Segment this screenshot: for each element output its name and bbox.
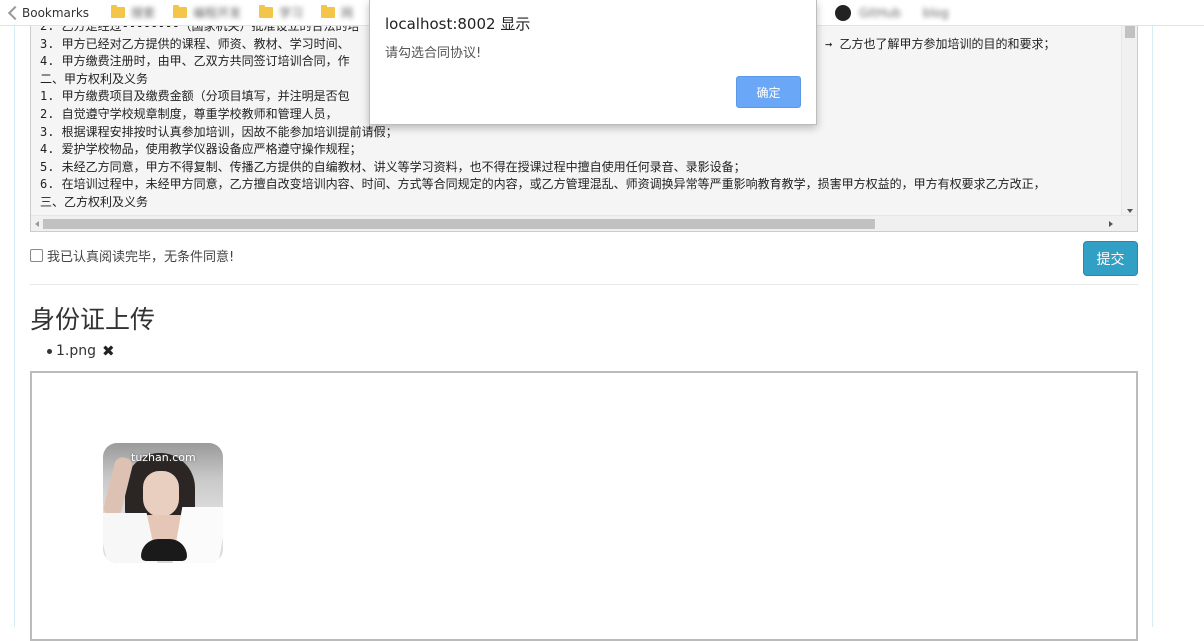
alert-dialog: localhost:8002 显示 请勾选合同协议! 确定 bbox=[369, 0, 817, 125]
horizontal-scroll-thumb[interactable] bbox=[43, 219, 875, 229]
contract-line-tail: → 乙方也了解甲方参加培训的目的和要求； bbox=[825, 36, 1056, 51]
agree-checkbox[interactable] bbox=[30, 249, 43, 262]
bookmark-label: 学习 bbox=[279, 6, 304, 20]
github-icon bbox=[835, 4, 852, 21]
scroll-down-arrow-icon[interactable] bbox=[1127, 209, 1133, 213]
bullet-icon bbox=[47, 349, 52, 354]
contract-line: 三、乙方权利及义务 bbox=[40, 194, 149, 209]
page-margin bbox=[1153, 26, 1204, 627]
folder-icon bbox=[111, 5, 126, 18]
upload-dropzone[interactable]: tuzhan.com bbox=[30, 371, 1138, 641]
bookmark-folder-dev[interactable]: 编程开发 bbox=[167, 0, 247, 26]
bookmark-label: 搜索 bbox=[131, 6, 156, 20]
alert-message: 请勾选合同协议! bbox=[385, 46, 482, 61]
contract-line: 5. 未经乙方同意，甲方不得复制、传播乙方提供的自编教材、讲义等学习资料，也不得… bbox=[40, 159, 746, 174]
horizontal-scrollbar[interactable] bbox=[31, 215, 1137, 231]
file-name: 1.png bbox=[56, 343, 97, 359]
divider bbox=[30, 284, 1138, 285]
uploaded-image-thumbnail: tuzhan.com bbox=[103, 443, 223, 563]
bookmark-label: 网 bbox=[341, 6, 354, 20]
contract-line: 4. 爱护学校物品，使用教学仪器设备应严格遵守操作规程； bbox=[40, 142, 362, 157]
contract-line: 6. 在培训过程中，未经甲方同意，乙方擅自改变培训内容、时间、方式等合同规定的内… bbox=[40, 177, 1046, 192]
vertical-scrollbar[interactable] bbox=[1121, 26, 1137, 216]
submit-button[interactable]: 提交 bbox=[1083, 241, 1138, 276]
chevron-left-icon bbox=[7, 5, 23, 20]
id-upload-title: 身份证上传 bbox=[30, 305, 156, 334]
bookmark-label: 编程开发 bbox=[193, 6, 242, 20]
agree-label: 我已认真阅读完毕，无条件同意! bbox=[47, 250, 235, 265]
bookmark-folder-search[interactable]: 搜索 bbox=[105, 0, 161, 26]
file-list-item: 1.png ✖ bbox=[47, 342, 115, 360]
bookmark-folder-study[interactable]: 学习 bbox=[253, 0, 309, 26]
agree-row[interactable]: 我已认真阅读完毕，无条件同意! bbox=[30, 246, 234, 265]
folder-icon bbox=[321, 5, 336, 18]
contract-line: 3. 根据课程安排按时认真参加培训，因故不能参加培训提前请假； bbox=[40, 124, 398, 139]
folder-icon bbox=[259, 5, 274, 18]
bookmark-label: GitHub bbox=[859, 5, 901, 20]
folder-icon bbox=[173, 5, 188, 18]
alert-ok-button[interactable]: 确定 bbox=[736, 76, 801, 108]
alert-title: localhost:8002 显示 bbox=[385, 15, 531, 33]
bookmark-folder-web[interactable]: 网 bbox=[315, 0, 359, 26]
thumbnail-watermark: tuzhan.com bbox=[131, 451, 196, 464]
scroll-left-arrow-icon[interactable] bbox=[35, 221, 39, 227]
bookmarks-label: Bookmarks bbox=[22, 5, 90, 20]
bookmark-blog[interactable]: blog bbox=[917, 0, 955, 26]
bookmark-github[interactable]: GitHub bbox=[829, 0, 907, 26]
bookmark-label: blog bbox=[922, 5, 949, 20]
bookmarks-menu[interactable]: Bookmarks bbox=[0, 0, 95, 26]
scroll-right-arrow-icon[interactable] bbox=[1109, 221, 1113, 227]
vertical-scroll-thumb[interactable] bbox=[1125, 26, 1135, 38]
remove-file-icon[interactable]: ✖ bbox=[102, 342, 115, 360]
